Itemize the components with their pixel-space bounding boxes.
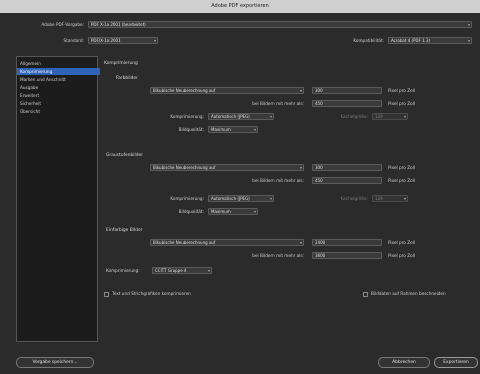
sidebar-item-allgemein[interactable]: Allgemein bbox=[17, 60, 100, 67]
threshold-input[interactable]: 450 bbox=[312, 100, 382, 107]
preset-label: Adobe PDF-Vorgabe: bbox=[41, 22, 84, 27]
quality-select[interactable]: Maximum ▾ bbox=[208, 126, 258, 133]
downsample-value: Bikubische Neuberechnung auf bbox=[153, 88, 216, 93]
dpi-input[interactable]: 300 bbox=[312, 87, 382, 94]
chevron-down-icon: ▾ bbox=[253, 209, 256, 214]
tile-value: 128 bbox=[375, 114, 383, 119]
tile-label: Kachelgröße: bbox=[340, 114, 368, 119]
threshold-label: bei Bildern mit mehr als: bbox=[252, 178, 304, 183]
chevron-down-icon: ▾ bbox=[153, 38, 156, 43]
downsample-select[interactable]: Bikubische Neuberechnung auf ▾ bbox=[150, 164, 304, 171]
quality-label: Bildqualität: bbox=[178, 127, 204, 132]
chevron-down-icon: ▾ bbox=[299, 165, 302, 170]
quality-value: Maximum bbox=[211, 127, 231, 132]
export-button[interactable]: Exportieren bbox=[434, 357, 478, 368]
dpi-input[interactable]: 2400 bbox=[312, 239, 382, 246]
chevron-down-icon: ▾ bbox=[299, 240, 302, 245]
compression-value: CCITT Gruppe 4 bbox=[155, 268, 187, 273]
threshold-unit: Pixel pro Zoll bbox=[388, 101, 415, 106]
sidebar-item-sicherheit[interactable]: Sicherheit bbox=[17, 100, 100, 107]
compression-label: Komprimierung: bbox=[170, 196, 204, 201]
downsample-value: Bikubische Neuberechnung auf bbox=[153, 165, 216, 170]
sidebar-item-ausgabe[interactable]: Ausgabe bbox=[17, 84, 100, 91]
compression-value: Automatisch (JPEG) bbox=[211, 196, 250, 201]
dpi-unit: Pixel pro Zoll bbox=[388, 88, 415, 93]
compat-value: Acrobat 4 (PDF 1.3) bbox=[391, 38, 431, 43]
threshold-input[interactable]: 450 bbox=[312, 177, 382, 184]
compression-select[interactable]: CCITT Gruppe 4 ▾ bbox=[152, 267, 212, 274]
sidebar-item-uebersicht[interactable]: Übersicht bbox=[17, 108, 100, 115]
downsample-select[interactable]: Bikubische Neuberechnung auf ▾ bbox=[150, 239, 304, 246]
standard-value: PDF/X-1a:2001 bbox=[91, 38, 121, 43]
crop-images-label: Bilddaten auf Rahmen beschneiden bbox=[371, 291, 446, 296]
downsample-value: Bikubische Neuberechnung auf bbox=[153, 240, 216, 245]
group-title-einfarbige-bilder: Einfarbige Bilder bbox=[106, 228, 143, 233]
preset-value: PDF X-1a 2001 (bearbeitet) bbox=[91, 22, 146, 27]
sidebar-item-marken-und-anschnitt[interactable]: Marken und Anschnitt bbox=[17, 76, 100, 83]
dpi-input[interactable]: 300 bbox=[312, 164, 382, 171]
chevron-down-icon: ▾ bbox=[207, 268, 210, 273]
compat-select[interactable]: Acrobat 4 (PDF 1.3) ▾ bbox=[388, 37, 472, 44]
section-title: Komprimierung bbox=[104, 61, 138, 66]
threshold-input[interactable]: 3600 bbox=[312, 252, 382, 259]
preset-select[interactable]: PDF X-1a 2001 (bearbeitet) ▾ bbox=[88, 21, 472, 28]
standard-select[interactable]: PDF/X-1a:2001 ▾ bbox=[88, 37, 158, 44]
threshold-label: bei Bildern mit mehr als: bbox=[252, 253, 304, 258]
quality-select[interactable]: Maximum ▾ bbox=[208, 208, 258, 215]
tile-select[interactable]: 128 ▾ bbox=[372, 195, 408, 202]
compat-label: Kompatibilität: bbox=[353, 38, 384, 43]
threshold-unit: Pixel pro Zoll bbox=[388, 253, 415, 258]
chevron-down-icon: ▾ bbox=[467, 38, 470, 43]
group-title-farbbilder: Farbbilder bbox=[116, 76, 138, 81]
chevron-down-icon: ▾ bbox=[403, 114, 406, 119]
dpi-unit: Pixel pro Zoll bbox=[388, 165, 415, 170]
sidebar-item-komprimierung[interactable]: Komprimierung bbox=[17, 68, 100, 75]
chevron-down-icon: ▾ bbox=[253, 127, 256, 132]
compression-label: Komprimierung: bbox=[106, 268, 140, 273]
compress-text-checkbox[interactable] bbox=[104, 292, 109, 297]
sidebar: Allgemein Komprimierung Marken und Ansch… bbox=[16, 56, 100, 342]
threshold-label: bei Bildern mit mehr als: bbox=[252, 101, 304, 106]
compression-value: Automatisch (JPEG) bbox=[211, 114, 250, 119]
threshold-unit: Pixel pro Zoll bbox=[388, 178, 415, 183]
tile-label: Kachelgröße: bbox=[340, 196, 368, 201]
quality-value: Maximum bbox=[211, 209, 231, 214]
chevron-down-icon: ▾ bbox=[269, 114, 272, 119]
standard-label: Standard: bbox=[63, 38, 84, 43]
window-title: Adobe PDF exportieren bbox=[0, 0, 480, 13]
dpi-unit: Pixel pro Zoll bbox=[388, 240, 415, 245]
tile-select[interactable]: 128 ▾ bbox=[372, 113, 408, 120]
compress-text-label: Text und Strichgrafiken komprimieren bbox=[112, 291, 191, 296]
tile-value: 128 bbox=[375, 196, 383, 201]
chevron-down-icon: ▾ bbox=[299, 88, 302, 93]
quality-label: Bildqualität: bbox=[178, 209, 204, 214]
cancel-button[interactable]: Abbrechen bbox=[378, 357, 430, 368]
downsample-select[interactable]: Bikubische Neuberechnung auf ▾ bbox=[150, 87, 304, 94]
group-title-graustufenbilder: Graustufenbilder bbox=[106, 153, 144, 158]
crop-images-checkbox[interactable] bbox=[363, 292, 368, 297]
save-preset-button[interactable]: Vorgabe speichern... bbox=[16, 357, 94, 368]
compression-select[interactable]: Automatisch (JPEG) ▾ bbox=[208, 113, 274, 120]
compression-label: Komprimierung: bbox=[170, 114, 204, 119]
sidebar-item-erweitert[interactable]: Erweitert bbox=[17, 92, 100, 99]
compression-select[interactable]: Automatisch (JPEG) ▾ bbox=[208, 195, 274, 202]
chevron-down-icon: ▾ bbox=[269, 196, 272, 201]
chevron-down-icon: ▾ bbox=[403, 196, 406, 201]
chevron-down-icon: ▾ bbox=[467, 22, 470, 27]
